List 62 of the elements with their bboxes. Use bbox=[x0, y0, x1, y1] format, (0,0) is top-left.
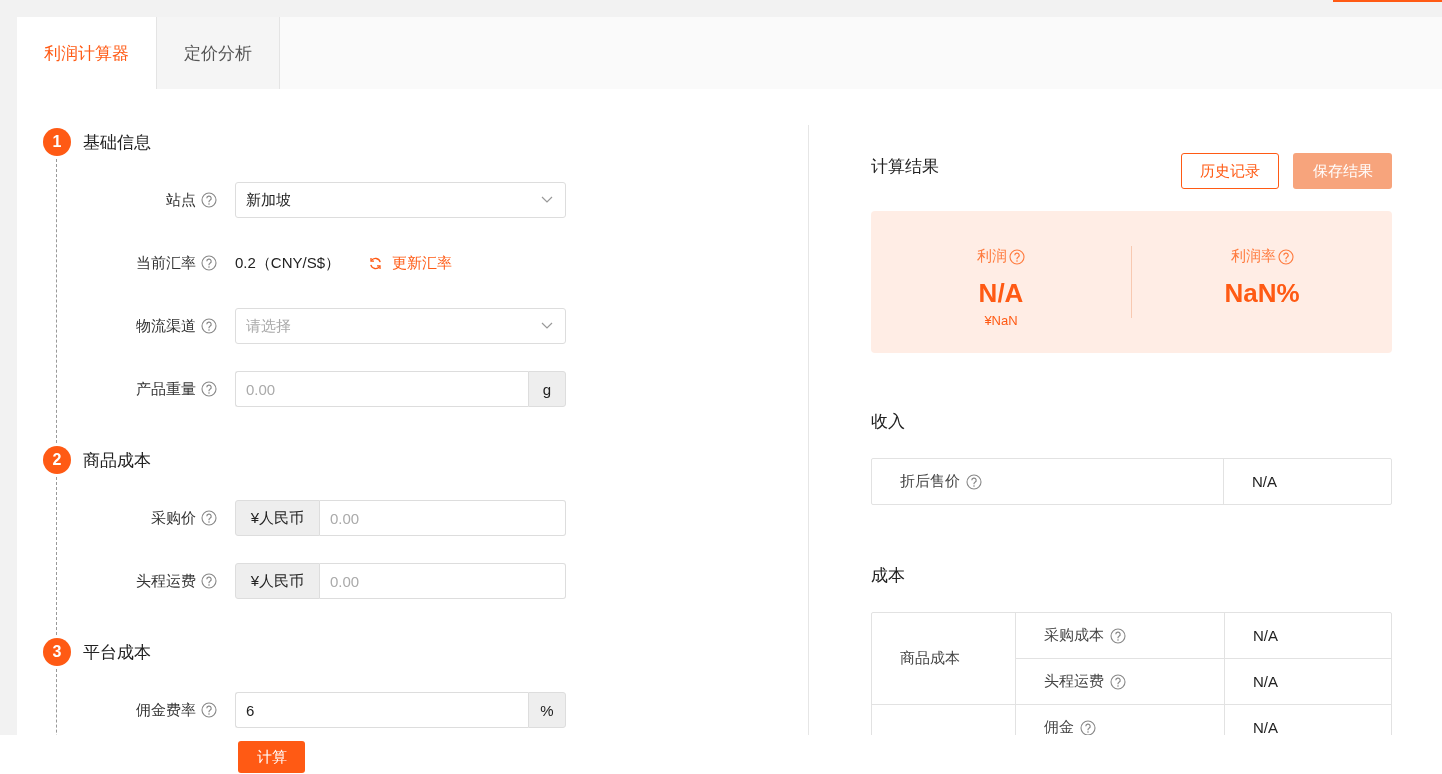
section-title: 基础信息 bbox=[83, 131, 151, 154]
metric-value: N/A bbox=[978, 278, 1024, 309]
rate-value: 0.2（CNY/S$） bbox=[235, 253, 341, 273]
chevron-down-icon bbox=[541, 322, 553, 330]
number-input[interactable]: 0.00 bbox=[235, 371, 528, 407]
help-icon[interactable] bbox=[1110, 673, 1126, 690]
table-cell: 采购成本 bbox=[1044, 626, 1104, 645]
help-icon[interactable] bbox=[201, 510, 217, 526]
step-number: 1 bbox=[43, 128, 71, 156]
chevron-down-icon bbox=[541, 196, 553, 204]
help-icon[interactable] bbox=[201, 255, 217, 271]
currency-addon: ¥人民币 bbox=[235, 563, 320, 599]
unit-addon: % bbox=[528, 692, 566, 728]
table-cell: N/A bbox=[1252, 473, 1277, 490]
help-icon[interactable] bbox=[1110, 627, 1126, 644]
unit-addon: g bbox=[528, 371, 566, 407]
step-number: 2 bbox=[43, 446, 71, 474]
field-label: 产品重量 bbox=[136, 379, 196, 399]
help-icon[interactable] bbox=[201, 702, 217, 718]
calculate-button[interactable]: 计算 bbox=[238, 741, 305, 773]
field-label: 佣金费率 bbox=[136, 700, 196, 720]
metric-label: 利润率 bbox=[1230, 247, 1276, 266]
field-label: 采购价 bbox=[151, 508, 196, 528]
help-icon[interactable] bbox=[201, 381, 217, 397]
tab[interactable]: 定价分析 bbox=[157, 17, 280, 89]
help-icon[interactable] bbox=[1009, 248, 1025, 265]
step-number: 3 bbox=[43, 638, 71, 666]
number-input[interactable]: 6 bbox=[235, 692, 528, 728]
currency-addon: ¥人民币 bbox=[235, 500, 320, 536]
table-cell: N/A bbox=[1253, 673, 1278, 690]
table-cell: N/A bbox=[1253, 627, 1278, 644]
metric-label: 利润 bbox=[977, 247, 1007, 266]
field-label: 物流渠道 bbox=[136, 316, 196, 336]
select-field[interactable]: 新加坡 bbox=[235, 182, 566, 218]
table-cell: 头程运费 bbox=[1044, 672, 1104, 691]
help-icon[interactable] bbox=[201, 192, 217, 208]
cost-title: 成本 bbox=[871, 565, 906, 586]
table-cell: 佣金 bbox=[1044, 718, 1074, 735]
help-icon[interactable] bbox=[1277, 248, 1294, 265]
update-rate-link[interactable]: 更新汇率 bbox=[368, 253, 453, 273]
select-field[interactable]: 请选择 bbox=[235, 308, 566, 344]
price-input[interactable]: 0.00 bbox=[320, 500, 566, 536]
section-title: 平台成本 bbox=[83, 641, 151, 664]
metric-value: NaN% bbox=[1224, 278, 1300, 309]
price-input[interactable]: 0.00 bbox=[320, 563, 566, 599]
metric-subvalue: ¥NaN bbox=[984, 313, 1018, 328]
income-title: 收入 bbox=[871, 411, 906, 432]
results-title: 计算结果 bbox=[871, 156, 939, 178]
refresh-icon bbox=[368, 255, 384, 271]
help-icon[interactable] bbox=[966, 473, 982, 490]
tab[interactable]: 利润计算器 bbox=[17, 17, 157, 89]
history-button[interactable]: 历史记录 bbox=[1181, 153, 1279, 189]
field-label: 站点 bbox=[166, 190, 196, 210]
field-label: 头程运费 bbox=[136, 571, 196, 591]
help-icon[interactable] bbox=[1080, 719, 1096, 735]
help-icon[interactable] bbox=[201, 318, 217, 334]
help-icon[interactable] bbox=[201, 573, 217, 589]
table-cell: N/A bbox=[1253, 719, 1278, 735]
field-label: 当前汇率 bbox=[136, 253, 196, 273]
table-cell: 折后售价 bbox=[900, 472, 960, 491]
table-cell: 商品成本 bbox=[900, 649, 960, 668]
section-title: 商品成本 bbox=[83, 449, 151, 472]
